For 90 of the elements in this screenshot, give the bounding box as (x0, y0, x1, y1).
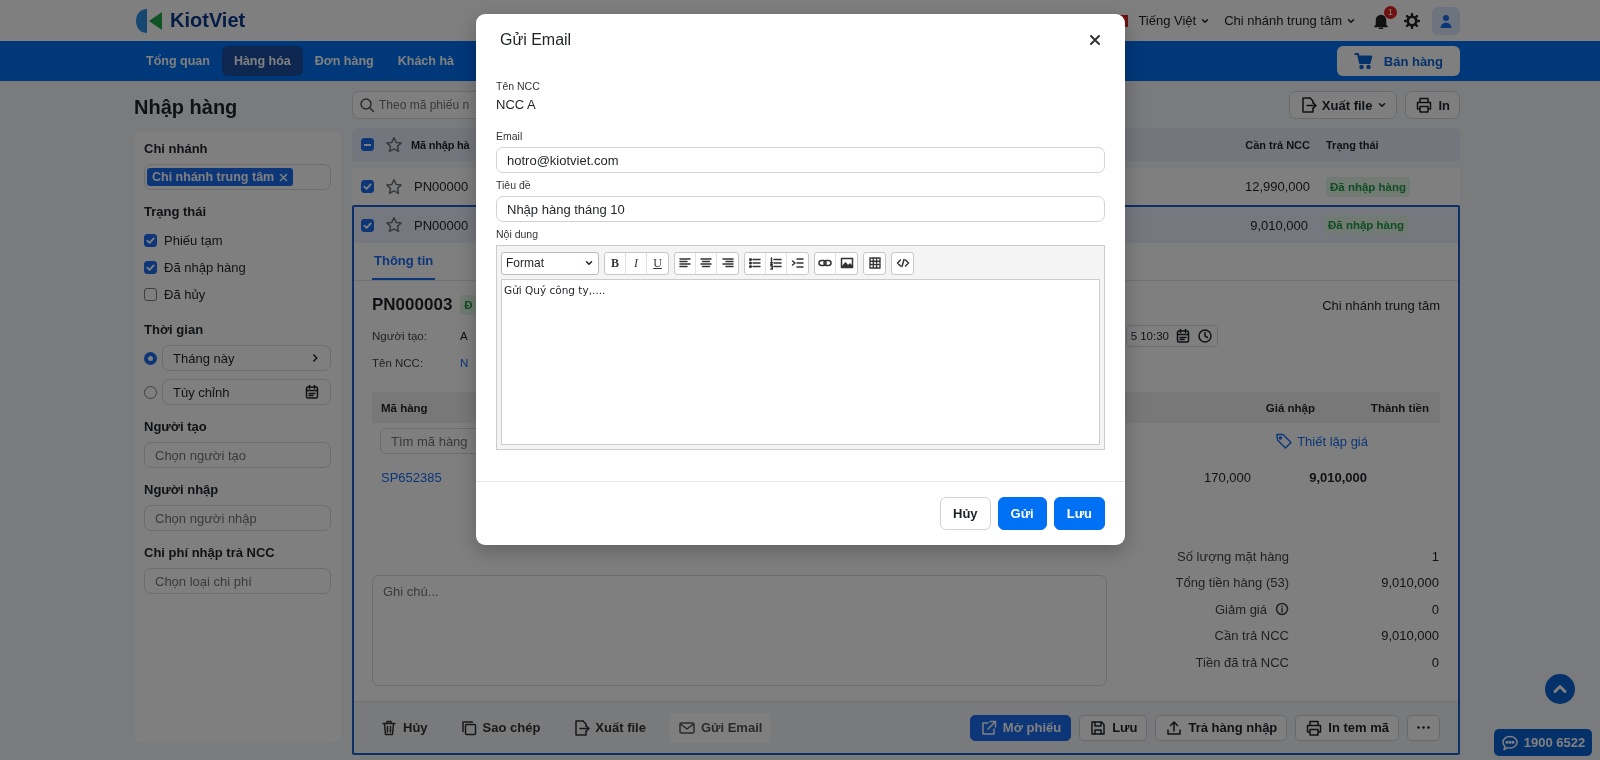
summary-value: 9,010,000 (1380, 575, 1439, 591)
format-select[interactable]: Format (501, 251, 599, 275)
logo-text: KiotViet (170, 9, 246, 32)
table-cell-text: 9,010,000 (1249, 217, 1308, 233)
branch-tag[interactable]: Chi nhánh trung tâm (147, 168, 294, 186)
filter-label: Thời gian (144, 322, 205, 337)
branch-name: Chi nhánh trung tâm (1322, 297, 1440, 313)
summary-label: Số lượng mặt hàng (1177, 548, 1289, 564)
summary-label: Tổng tiền hàng (53) (1175, 575, 1289, 591)
export-button[interactable]: Xuất file (1288, 91, 1398, 119)
page-title: Nhập hàng (134, 95, 239, 120)
action-button[interactable]: Xuất file (564, 712, 654, 743)
filter-label: Người tạo (144, 419, 208, 434)
print-button[interactable]: In (1405, 91, 1460, 119)
select-field[interactable]: Chọn loại chi phí (144, 568, 331, 594)
column-header: Mã nhập hà (411, 138, 470, 151)
date-range-select[interactable]: Tháng này (162, 345, 331, 371)
action-button[interactable]: Gửi Email (669, 712, 771, 743)
editor-text: Gửi Quý công ty,.... (504, 284, 606, 296)
date-field[interactable]: 5 10:30 (1125, 324, 1218, 347)
item-code-link[interactable]: SP652385 (381, 469, 442, 485)
dialog-title: Gửi Email (500, 31, 572, 49)
table-cell-text: 170,000 (1203, 469, 1251, 485)
editor-area[interactable]: Gửi Quý công ty,.... (501, 279, 1100, 445)
text-field[interactable]: hotro@kiotviet.com (496, 147, 1105, 173)
field-label: Tên NCC: (372, 356, 425, 369)
field-label: Email (496, 130, 524, 142)
table-cell: PN00000 (414, 217, 469, 233)
checkbox-label: Phiếu tạm (164, 233, 223, 248)
select-field[interactable]: Chọn người nhập (144, 505, 331, 531)
bold-button[interactable]: B (605, 252, 626, 274)
field-label: Người tạo: (372, 329, 428, 342)
date-range-select[interactable]: Tùy chỉnh (162, 379, 331, 405)
action-button[interactable]: Lưu (1079, 714, 1148, 741)
checkbox-label: Đã hủy (164, 287, 206, 302)
field-link[interactable]: N (460, 356, 469, 369)
detail-tab[interactable]: Thông tin (372, 242, 436, 280)
action-button[interactable]: Mở phiếu (969, 714, 1072, 741)
summary-label: Cần trả NCC (1214, 628, 1289, 644)
filter-label: Trạng thái (144, 204, 208, 219)
status-badge: Đã nhập hàng (1324, 215, 1409, 235)
column-header: Trạng thái (1325, 138, 1380, 151)
summary-value: 0 (1430, 601, 1439, 617)
filter-label: Người nhập (144, 482, 220, 497)
nav-tab[interactable]: Hàng hóa (221, 46, 303, 76)
sell-button[interactable]: Bán hàng (1336, 46, 1460, 76)
column-header: Mã hàng (381, 401, 428, 414)
table-cell-text: 12,990,000 (1243, 179, 1310, 194)
filter-label: Chi phí nhập trả NCC (144, 545, 276, 560)
field-value: A (460, 329, 468, 342)
summary-value: 1 (1430, 548, 1439, 564)
field-value: NCC A (496, 97, 537, 112)
column-header: Cần trả NCC (1244, 138, 1310, 151)
language-select[interactable]: Tiếng Việt (1138, 13, 1211, 28)
summary-value: 9,010,000 (1380, 628, 1439, 644)
column-header: Giá nhập (1264, 401, 1315, 414)
summary-value: 0 (1430, 654, 1439, 670)
branch-field[interactable]: Chi nhánh trung tâm (144, 164, 331, 190)
pricing-link[interactable]: Thiết lập giá (1275, 432, 1368, 450)
checkbox-label: Đã nhập hàng (164, 260, 246, 275)
underline-button[interactable]: U (647, 252, 668, 274)
table-cell-text: 9,010,000 (1308, 469, 1368, 485)
status-badge: Đã nhập hàng (1326, 176, 1411, 197)
nav-tab[interactable]: Khách hà (385, 46, 466, 76)
filter-label: Chi nhánh (144, 141, 209, 156)
field-label: Tiêu đề (496, 179, 532, 191)
nav-tab[interactable]: Tổng quan (134, 46, 222, 76)
status-badge: Đ (460, 295, 477, 315)
dialog-button[interactable]: Lưu (1053, 497, 1105, 530)
receipt-code: PN000003 (372, 295, 453, 315)
select-field[interactable]: Chọn người tạo (144, 442, 331, 468)
dialog-button[interactable]: Hủy (940, 497, 991, 530)
note-field[interactable]: Ghi chú... (372, 575, 1107, 686)
hotline-button[interactable]: 1900 6522 (1494, 729, 1592, 756)
branch-select[interactable]: Chi nhánh trung tâm (1224, 13, 1356, 28)
field-label: Nội dung (496, 228, 540, 240)
notification-count: 1 (1384, 5, 1397, 19)
table-cell: PN00000 (414, 179, 469, 194)
column-header: Thành tiền (1369, 401, 1430, 414)
dialog-button[interactable]: Gửi (997, 497, 1047, 530)
action-button[interactable]: Trả hàng nhập (1155, 714, 1288, 741)
text-field[interactable]: Nhập hàng tháng 10 (496, 196, 1105, 222)
italic-button[interactable]: I (626, 252, 647, 274)
action-button[interactable]: In tem mã (1295, 714, 1399, 741)
action-button[interactable]: Hủy (372, 712, 436, 743)
summary-label: Giảm giá (1214, 601, 1267, 617)
summary-label: Tiền đã trả NCC (1195, 654, 1289, 670)
nav-tab[interactable]: Đơn hàng (302, 46, 386, 76)
action-button[interactable]: Sao chép (451, 712, 549, 743)
field-label: Tên NCC (496, 80, 541, 92)
